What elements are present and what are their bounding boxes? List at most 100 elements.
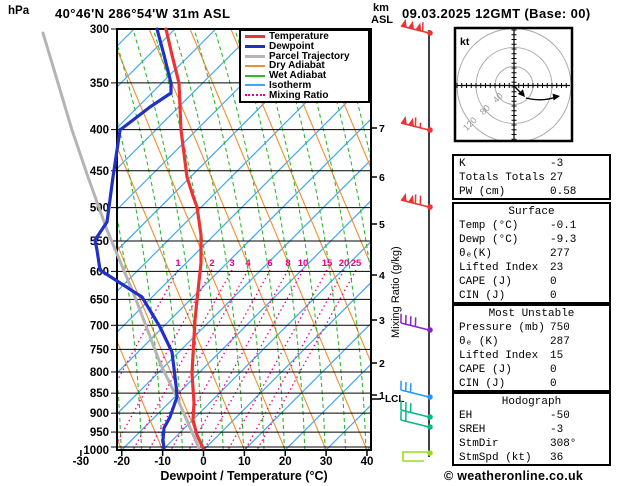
- mixing-ratio-value-label: 1: [175, 258, 181, 269]
- panel-row-value: 308°: [550, 438, 577, 450]
- legend-swatch-dry-adiabat: [245, 64, 265, 67]
- mixing-ratio-value-label: 25: [351, 258, 362, 269]
- panel-row: PW (cm) 0.58: [454, 185, 609, 199]
- panel-row-label: Pressure (mb): [459, 322, 545, 334]
- mixing-ratio-value-label: 10: [298, 258, 309, 269]
- pressure-tick-label: 350: [90, 78, 109, 90]
- wind-barb-dot: [427, 127, 433, 133]
- isotherm-line: [117, 29, 176, 88]
- panel-row: CAPE (J) 0: [454, 275, 609, 289]
- mixing-ratio-value-label: 8: [285, 258, 290, 269]
- panel-row: CIN (J) 0: [454, 289, 609, 303]
- panel-row-label: CAPE (J): [459, 276, 512, 288]
- legend-swatch-mixing-ratio: [245, 94, 265, 97]
- km-tick-label: 6: [379, 172, 385, 184]
- panel-section-title: Most Unstable: [488, 308, 575, 320]
- panel-row-label: θₑ(K): [459, 248, 493, 260]
- legend-box: Temperature Dewpoint Parcel Trajectory D…: [239, 29, 370, 103]
- wet-adiabat-line: [10, 29, 80, 450]
- wind-barb-pennant: [408, 117, 414, 127]
- panel-row-value: 15: [550, 350, 564, 362]
- hodograph-ring-label: 40: [491, 91, 505, 105]
- panel-row-label: CAPE (J): [459, 364, 512, 376]
- panel-row: Lifted Index 23: [454, 261, 609, 275]
- panel-row-label: StmDir: [459, 438, 499, 450]
- wind-barb-dot: [427, 394, 433, 400]
- panel-row: EH -50: [454, 409, 609, 423]
- mixing-ratio-line: [132, 269, 233, 450]
- hodograph-unit-label: kt: [460, 36, 470, 48]
- wind-barb: [400, 18, 433, 36]
- panel-row-label: CIN (J): [459, 378, 506, 390]
- panel-row: StmDir 308°: [454, 437, 609, 451]
- panel-row-value: 36: [550, 452, 564, 464]
- panel-row-value: -50: [550, 410, 570, 422]
- legend-item-temperature: Temperature: [245, 31, 368, 43]
- legend-label: Dry Adiabat: [269, 60, 325, 72]
- legend-label: Parcel Trajectory: [269, 50, 350, 62]
- temp-tick-label: 40: [361, 456, 374, 468]
- panel-row: CAPE (J) 0: [454, 363, 609, 377]
- panel-row-label: CIN (J): [459, 290, 506, 302]
- panel-section-surface: Surface Temp (°C) -0.1 Dewp (°C) -9.3 θₑ(K) 27…: [452, 202, 611, 304]
- wind-barb-glyph: [402, 451, 429, 462]
- pressure-tick-label: 300: [90, 24, 109, 36]
- isotherm-line: [117, 29, 135, 47]
- legend-swatch-wet-adiabat: [245, 74, 265, 77]
- legend-item-dewpoint: Dewpoint: [245, 42, 368, 52]
- panel-row-label: Totals Totals: [459, 172, 545, 184]
- panel-row: SREH -3: [454, 423, 609, 437]
- wind-barb-pennant: [408, 194, 414, 204]
- panel-row-value: -3: [550, 424, 564, 436]
- km-tick-label: 5: [379, 219, 385, 231]
- x-axis-title: Dewpoint / Temperature (°C): [160, 469, 328, 483]
- sounding-screenshot: 300 350 400 450 500 550 600 650 700 750 800 850 900 9…: [0, 0, 629, 486]
- panel-row-value: 277: [550, 248, 570, 260]
- legend-label: Wet Adiabat: [269, 70, 327, 82]
- panel-row: Dewp (°C) -9.3: [454, 233, 609, 247]
- panel-section-indices: K -3 Totals Totals 27 PW (cm) 0.58: [452, 154, 611, 200]
- pressure-tick-label: 750: [90, 344, 109, 356]
- panel-row-label: EH: [459, 410, 473, 422]
- hodograph-ring-label: 120: [461, 115, 479, 133]
- panel-row-label: StmSpd (kt): [459, 452, 532, 464]
- hodograph: 4080120: [456, 29, 571, 140]
- temp-tick-label: 10: [238, 456, 251, 468]
- km-axis-label: km: [373, 2, 389, 14]
- legend-swatch-temperature: [245, 35, 265, 39]
- wet-adiabat-line: [0, 29, 60, 450]
- panel-row-label: SREH: [459, 424, 486, 436]
- wind-barb: [400, 192, 433, 210]
- legend-item-mixing-ratio: Mixing Ratio: [245, 90, 368, 100]
- wet-adiabat-line: [152, 29, 224, 450]
- wind-barb-pennant: [408, 20, 414, 30]
- pressure-tick-label: 450: [90, 166, 109, 178]
- panel-row: Pressure (mb) 750: [454, 321, 609, 335]
- legend-item-isotherm: Isotherm: [245, 80, 368, 90]
- station-title: 40°46'N 286°54'W 31m ASL: [55, 6, 231, 21]
- wind-barb-dot: [427, 424, 433, 430]
- legend-swatch-dewpoint: [245, 45, 265, 49]
- panel-row: Totals Totals 27: [454, 171, 609, 185]
- temp-tick-label: -20: [113, 456, 130, 468]
- watermark: © weatheronline.co.uk: [444, 469, 584, 483]
- wind-barb: [400, 115, 433, 133]
- panel-row-value: -9.3: [550, 234, 577, 246]
- mixing-ratio-line: [188, 269, 289, 450]
- panel-row-value: 0: [550, 290, 557, 302]
- panel-section-most-unstable: Most Unstable Pressure (mb) 750 θₑ (K) 287 Li…: [452, 304, 611, 392]
- panel-row-label: PW (cm): [459, 186, 506, 198]
- wind-barb-dot: [427, 30, 433, 36]
- legend-label: Temperature: [269, 31, 329, 43]
- legend-swatch-isotherm: [245, 84, 265, 87]
- pressure-tick-label: 800: [90, 367, 109, 379]
- pressure-tick-label: 900: [90, 408, 109, 420]
- panel-row-value: -0.1: [550, 220, 577, 232]
- wind-barb-dot: [427, 450, 433, 456]
- km-tick-label: 4: [379, 270, 385, 282]
- panel-section-hodograph: Hodograph EH -50 SREH -3 StmDir 308° StmSpd (kt…: [452, 392, 611, 466]
- panel-row-value: 0: [550, 276, 557, 288]
- panel-row-value: 0: [550, 378, 557, 390]
- panel-row-value: 750: [550, 322, 570, 334]
- wind-barb: [400, 380, 433, 400]
